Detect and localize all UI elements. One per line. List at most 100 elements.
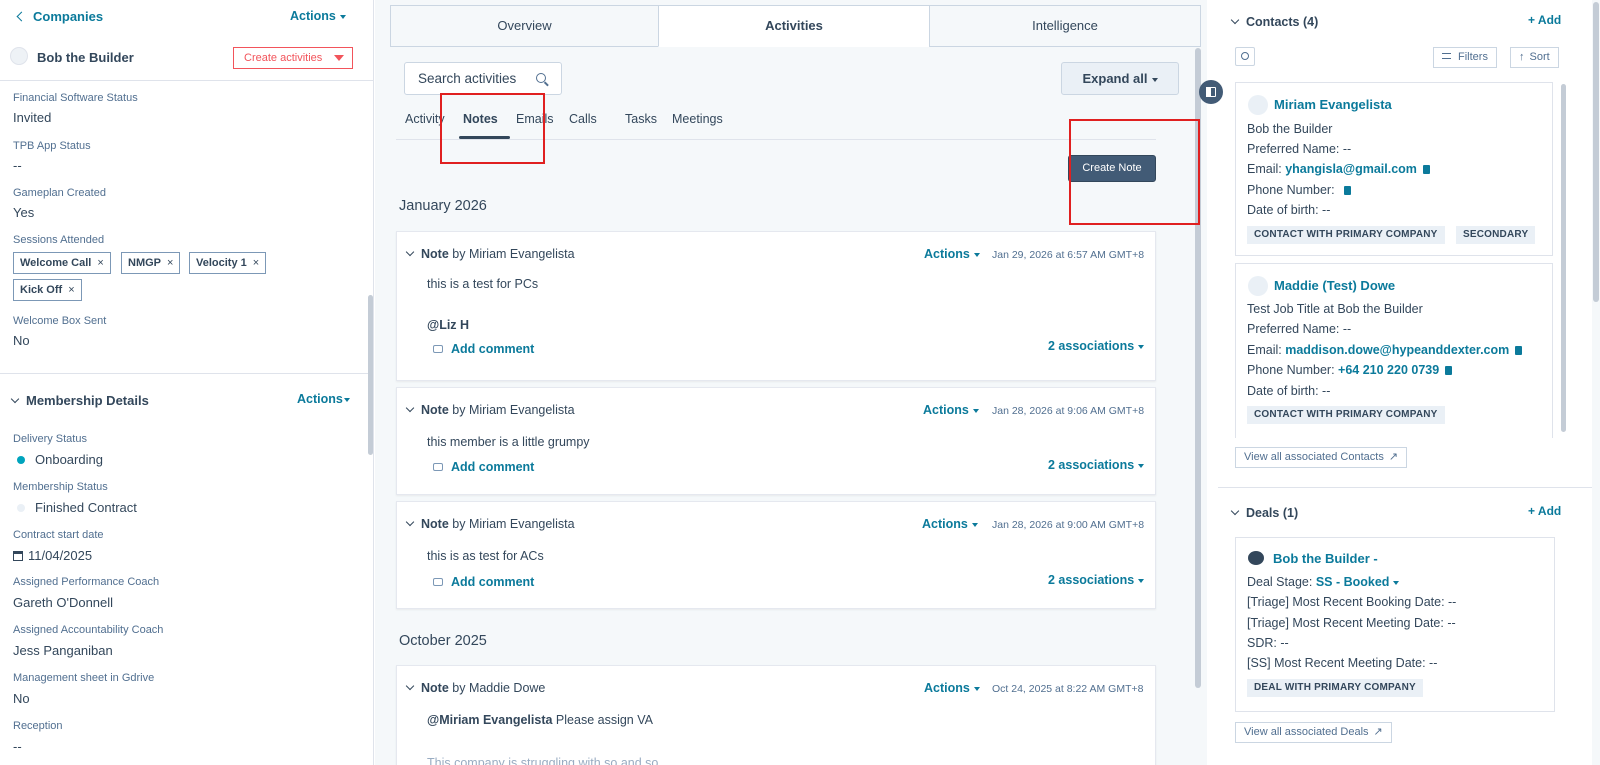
field-label: Welcome Box Sent bbox=[13, 315, 107, 327]
right-scrollbar[interactable] bbox=[1593, 2, 1599, 302]
expand-all-button[interactable]: Expand all bbox=[1061, 62, 1179, 95]
company-actions-button[interactable]: Actions bbox=[290, 9, 346, 23]
field-label: Financial Software Status bbox=[13, 92, 138, 104]
deal-name-link[interactable]: Bob the Builder - bbox=[1273, 551, 1378, 566]
remove-icon[interactable]: × bbox=[68, 284, 74, 296]
tab-activities[interactable]: Activities bbox=[658, 5, 930, 47]
field-label: Gameplan Created bbox=[13, 187, 106, 199]
chevron-down-icon bbox=[1230, 15, 1240, 25]
note-actions-button[interactable]: Actions bbox=[924, 681, 980, 695]
add-deal-button[interactable]: + Add bbox=[1528, 504, 1561, 518]
contact-preferred-name: Preferred Name: -- bbox=[1247, 322, 1352, 336]
session-tag[interactable]: NMGP × bbox=[121, 252, 181, 274]
associations-dropdown[interactable]: 2 associations bbox=[1048, 573, 1145, 587]
comment-icon bbox=[433, 463, 443, 471]
membership-section-toggle[interactable]: Membership Details bbox=[10, 393, 149, 408]
field-value: Yes bbox=[13, 205, 35, 220]
copy-icon[interactable] bbox=[1445, 366, 1453, 376]
session-tag[interactable]: Velocity 1 × bbox=[189, 252, 267, 274]
back-to-companies[interactable]: Companies bbox=[16, 9, 103, 24]
view-all-contacts-button[interactable]: View all associated Contacts ↗ bbox=[1235, 447, 1408, 468]
note-body: this is as test for ACs bbox=[427, 549, 544, 563]
subtab-meetings[interactable]: Meetings bbox=[672, 112, 723, 126]
subtab-tasks[interactable]: Tasks bbox=[625, 112, 657, 126]
contacts-list: Miriam Evangelista Bob the Builder Prefe… bbox=[1235, 80, 1567, 438]
left-scrollbar[interactable] bbox=[368, 295, 373, 455]
field-value: No bbox=[13, 333, 30, 348]
sidebar-toggle-button[interactable] bbox=[1199, 80, 1223, 104]
remove-icon[interactable]: × bbox=[167, 257, 173, 269]
contact-card: Maddie (Test) Dowe Test Job Title at Bob… bbox=[1235, 263, 1553, 438]
session-tag[interactable]: Kick Off × bbox=[13, 279, 82, 301]
note-card: Note by Miriam Evangelista Actions Jan 2… bbox=[396, 501, 1156, 609]
copy-icon[interactable] bbox=[1422, 165, 1430, 175]
left-panel: Companies Actions Bob the Builder Create… bbox=[0, 0, 374, 765]
deal-property: SDR: -- bbox=[1247, 636, 1289, 650]
deal-property: [Triage] Most Recent Meeting Date: -- bbox=[1247, 616, 1456, 630]
deals-section-toggle[interactable]: Deals (1) bbox=[1230, 505, 1298, 520]
note-header[interactable]: Note by Maddie Dowe bbox=[405, 681, 545, 695]
tab-intelligence[interactable]: Intelligence bbox=[929, 5, 1201, 47]
add-contact-button[interactable]: + Add bbox=[1528, 13, 1561, 27]
contact-job-title: Test Job Title at Bob the Builder bbox=[1247, 302, 1423, 316]
month-header: October 2025 bbox=[399, 633, 487, 649]
contacts-search-button[interactable] bbox=[1235, 47, 1255, 66]
note-actions-button[interactable]: Actions bbox=[923, 403, 979, 417]
filters-button[interactable]: Filters bbox=[1433, 47, 1497, 68]
copy-icon[interactable] bbox=[1515, 346, 1523, 356]
search-activities-input[interactable]: Search activities bbox=[404, 62, 562, 95]
copy-icon[interactable] bbox=[1344, 186, 1352, 196]
subtab-activity[interactable]: Activity bbox=[405, 112, 445, 126]
view-all-deals-button[interactable]: View all associated Deals ↗ bbox=[1235, 722, 1392, 743]
contact-avatar-icon bbox=[1248, 276, 1268, 296]
membership-actions-button[interactable]: Actions bbox=[297, 392, 350, 406]
note-actions-button[interactable]: Actions bbox=[922, 517, 978, 531]
search-icon bbox=[1241, 52, 1249, 60]
field-label: Delivery Status bbox=[13, 433, 87, 445]
contacts-section-toggle[interactable]: Contacts (4) bbox=[1230, 14, 1318, 29]
contact-name-link[interactable]: Maddie (Test) Dowe bbox=[1274, 278, 1395, 293]
note-timestamp: Jan 28, 2026 at 9:00 AM GMT+8 bbox=[992, 519, 1145, 531]
note-timestamp: Oct 24, 2025 at 8:22 AM GMT+8 bbox=[992, 683, 1144, 695]
remove-icon[interactable]: × bbox=[253, 257, 259, 269]
chevron-down-icon bbox=[405, 403, 415, 413]
note-header[interactable]: Note by Miriam Evangelista bbox=[405, 403, 575, 417]
associations-dropdown[interactable]: 2 associations bbox=[1048, 458, 1145, 472]
comment-icon bbox=[433, 578, 443, 586]
chevron-down-icon bbox=[405, 517, 415, 527]
add-comment-button[interactable]: Add comment bbox=[433, 575, 534, 589]
company-name: Bob the Builder bbox=[37, 50, 134, 65]
status-dot bbox=[17, 504, 25, 512]
remove-icon[interactable]: × bbox=[97, 257, 103, 269]
chevron-down-icon bbox=[1230, 506, 1240, 516]
session-tag[interactable]: Welcome Call × bbox=[13, 252, 111, 274]
create-activities-button[interactable]: Create activities bbox=[233, 47, 353, 69]
note-card: Note by Maddie Dowe Actions Oct 24, 2025… bbox=[396, 665, 1156, 765]
highlight-notes-tab bbox=[440, 93, 545, 164]
external-link-icon: ↗ bbox=[1388, 451, 1399, 463]
note-actions-button[interactable]: Actions bbox=[924, 247, 980, 261]
note-timestamp: Jan 28, 2026 at 9:06 AM GMT+8 bbox=[992, 405, 1145, 417]
deal-property: [Triage] Most Recent Booking Date: -- bbox=[1247, 595, 1457, 609]
field-label: Contract start date bbox=[13, 529, 104, 541]
deal-stage-dropdown[interactable]: SS - Booked bbox=[1316, 575, 1400, 589]
contacts-scrollbar[interactable] bbox=[1561, 84, 1566, 432]
tab-overview[interactable]: Overview bbox=[390, 5, 659, 47]
note-header[interactable]: Note by Miriam Evangelista bbox=[405, 517, 575, 531]
chevron-down-icon bbox=[405, 247, 415, 257]
associations-dropdown[interactable]: 2 associations bbox=[1048, 339, 1145, 353]
note-body-continued: This company is struggling with so and s… bbox=[427, 756, 659, 765]
add-comment-button[interactable]: Add comment bbox=[433, 342, 534, 356]
status-dot bbox=[17, 456, 25, 464]
chevron-down-icon bbox=[10, 394, 20, 404]
contact-name-link[interactable]: Miriam Evangelista bbox=[1274, 97, 1392, 112]
sort-button[interactable]: ↑ Sort bbox=[1510, 47, 1559, 68]
contact-dob: Date of birth: -- bbox=[1247, 203, 1331, 217]
field-value: Gareth O'Donnell bbox=[13, 595, 114, 610]
contract-date-value: 11/04/2025 bbox=[13, 548, 92, 563]
note-body: this is a test for PCs bbox=[427, 277, 539, 291]
add-comment-button[interactable]: Add comment bbox=[433, 460, 534, 474]
note-header[interactable]: Note by Miriam Evangelista bbox=[405, 247, 575, 261]
subtab-calls[interactable]: Calls bbox=[569, 112, 597, 126]
divider bbox=[1218, 487, 1600, 488]
